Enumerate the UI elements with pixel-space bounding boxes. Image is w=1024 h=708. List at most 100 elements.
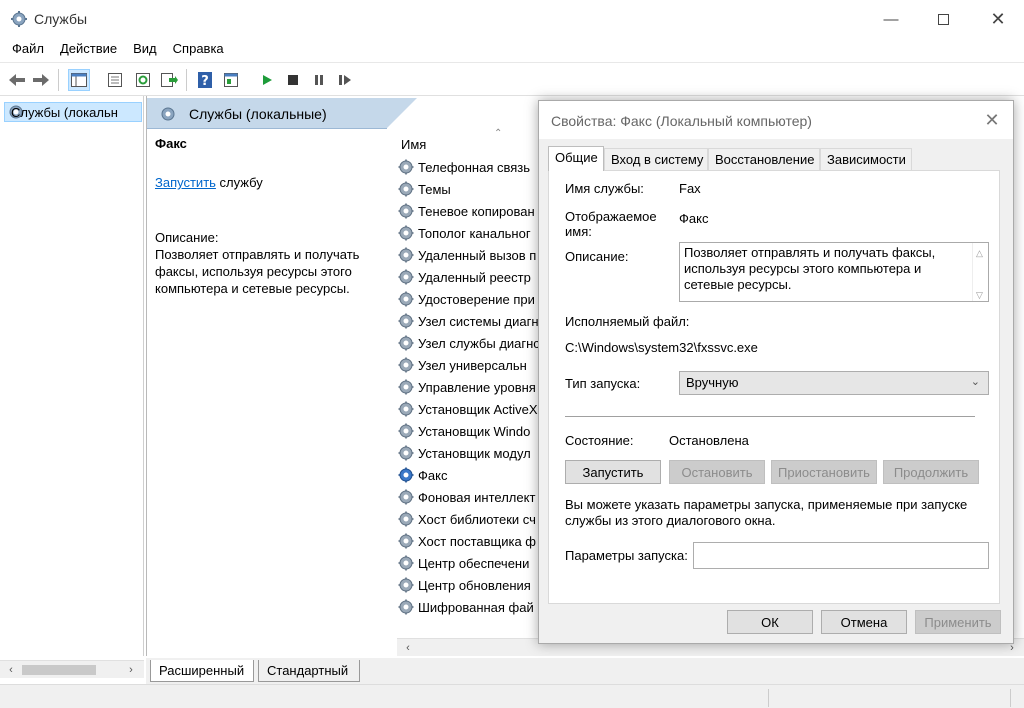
gear-icon <box>398 423 414 439</box>
column-header-name[interactable]: Имя <box>401 137 426 152</box>
restart-service-button[interactable] <box>334 69 356 91</box>
gear-icon <box>398 555 414 571</box>
tab-logon[interactable]: Вход в систему <box>604 148 708 170</box>
resume-button[interactable]: Продолжить <box>883 460 979 484</box>
forward-arrow-icon <box>33 74 49 86</box>
pause-button[interactable]: Приостановить <box>771 460 877 484</box>
properties-icon <box>108 73 122 87</box>
properties-button[interactable] <box>104 69 126 91</box>
service-row-name: Узел системы диагн <box>418 313 539 329</box>
stop-service-button[interactable] <box>282 69 304 91</box>
tab-general[interactable]: Общие <box>548 146 604 171</box>
service-row-name: Установщик модул <box>418 445 531 461</box>
refresh-button[interactable] <box>132 69 154 91</box>
export-icon <box>161 73 178 87</box>
service-row[interactable]: Узел службы диагнс <box>397 332 540 354</box>
service-row[interactable]: Установщик ActiveX <box>397 398 538 420</box>
service-row-name: Узел универсальн <box>418 357 527 373</box>
menu-help[interactable]: Справка <box>165 38 232 62</box>
service-row[interactable]: Фоновая интеллект <box>397 486 535 508</box>
apply-button[interactable]: Применить <box>915 610 1001 634</box>
scroll-left-icon[interactable]: ‹ <box>2 661 20 678</box>
scroll-right-icon[interactable]: › <box>122 661 140 678</box>
scrollbar-thumb[interactable] <box>22 665 96 675</box>
service-row[interactable]: Центр обновления <box>397 574 531 596</box>
close-icon: ✕ <box>984 109 1000 130</box>
startup-params-input[interactable] <box>693 542 989 569</box>
pause-service-button[interactable] <box>308 69 330 91</box>
ok-button[interactable]: ОК <box>727 610 813 634</box>
tree-item-services-local[interactable]: Службы (локальн <box>4 102 142 122</box>
service-row-name: Установщик Windo <box>418 423 531 439</box>
executable-label: Исполняемый файл: <box>565 314 690 329</box>
help-button[interactable]: ? <box>194 69 216 91</box>
description-scrollbar[interactable]: △ ▽ <box>972 243 988 301</box>
service-row[interactable]: Тополог канальног <box>397 222 531 244</box>
toolbar: ? <box>0 62 1024 96</box>
startup-params-help: Вы можете указать параметры запуска, при… <box>565 497 968 528</box>
dialog-close-button[interactable]: ✕ <box>979 107 1005 133</box>
service-row[interactable]: Удостоверение при <box>397 288 535 310</box>
start-service-button[interactable] <box>256 69 278 91</box>
tab-standard[interactable]: Стандартный <box>258 660 360 682</box>
play-icon <box>263 75 272 85</box>
tab-dependencies[interactable]: Зависимости <box>820 148 912 170</box>
menu-file[interactable]: Файл <box>4 38 52 62</box>
menu-view[interactable]: Вид <box>125 38 165 62</box>
stop-button[interactable]: Остановить <box>669 460 765 484</box>
service-row[interactable]: Хост библиотеки сч <box>397 508 536 530</box>
service-row-name: Шифрованная фай <box>418 599 534 615</box>
start-service-row: Запустить службу <box>155 175 385 190</box>
service-row-name: Удаленный реестр <box>418 269 531 285</box>
service-row[interactable]: Шифрованная фай <box>397 596 534 618</box>
back-button[interactable] <box>6 69 28 91</box>
gear-icon <box>398 313 414 329</box>
gear-icon <box>398 203 414 219</box>
dialog-title-bar: Свойства: Факс (Локальный компьютер) ✕ <box>539 101 1013 139</box>
gear-icon <box>398 467 414 483</box>
minimize-button[interactable]: — <box>868 0 914 38</box>
service-row-name: Удаленный вызов п <box>418 247 537 263</box>
scroll-left-icon[interactable]: ‹ <box>399 639 417 656</box>
startup-type-select[interactable]: Вручную ⌄ <box>679 371 989 395</box>
console-tree-button[interactable] <box>68 69 90 91</box>
service-row[interactable]: Факс <box>397 464 447 486</box>
maximize-button[interactable] <box>920 0 966 38</box>
service-row[interactable]: Удаленный реестр <box>397 266 531 288</box>
service-row-name: Центр обновления <box>418 577 531 593</box>
start-button[interactable]: Запустить <box>565 460 661 484</box>
service-row[interactable]: Телефонная связь <box>397 156 530 178</box>
display-name-value: Факс <box>679 211 709 226</box>
status-separator <box>768 689 769 707</box>
tree-item-label: Службы (локальн <box>11 104 118 120</box>
service-row[interactable]: Узел системы диагн <box>397 310 539 332</box>
service-row[interactable]: Теневое копирован <box>397 200 535 222</box>
tab-recovery[interactable]: Восстановление <box>708 148 820 170</box>
service-row[interactable]: Удаленный вызов п <box>397 244 536 266</box>
forward-button[interactable] <box>30 69 52 91</box>
toolbar-separator <box>58 69 59 91</box>
scroll-up-icon[interactable]: △ <box>976 245 983 261</box>
restart-icon <box>339 75 351 85</box>
properties-dialog: Свойства: Факс (Локальный компьютер) ✕ О… <box>538 100 1014 644</box>
service-row[interactable]: Управление уровня <box>397 376 536 398</box>
service-row[interactable]: Хост поставщика ф <box>397 530 536 552</box>
service-row[interactable]: Темы <box>397 178 451 200</box>
export-button[interactable] <box>158 69 180 91</box>
tab-extended[interactable]: Расширенный <box>150 660 254 682</box>
service-row[interactable]: Центр обеспечени <box>397 552 529 574</box>
service-row[interactable]: Установщик модул <box>397 442 531 464</box>
window-title: Службы <box>34 11 88 27</box>
view-icon <box>224 73 238 87</box>
tree-horizontal-scrollbar[interactable]: ‹ › <box>0 660 144 678</box>
service-row[interactable]: Узел универсальн <box>397 354 527 376</box>
service-row[interactable]: Установщик Windo <box>397 420 530 442</box>
close-button[interactable]: ✕ <box>975 0 1021 38</box>
menu-action[interactable]: Действие <box>52 38 125 62</box>
cancel-button[interactable]: Отмена <box>821 610 907 634</box>
view-button[interactable] <box>220 69 242 91</box>
scroll-down-icon[interactable]: ▽ <box>976 287 983 303</box>
description-value: Позволяет отправлять и получать факсы, и… <box>684 245 936 292</box>
description-text: Позволяет отправлять и получать факсы, и… <box>155 247 360 296</box>
start-service-link[interactable]: Запустить <box>155 175 216 190</box>
